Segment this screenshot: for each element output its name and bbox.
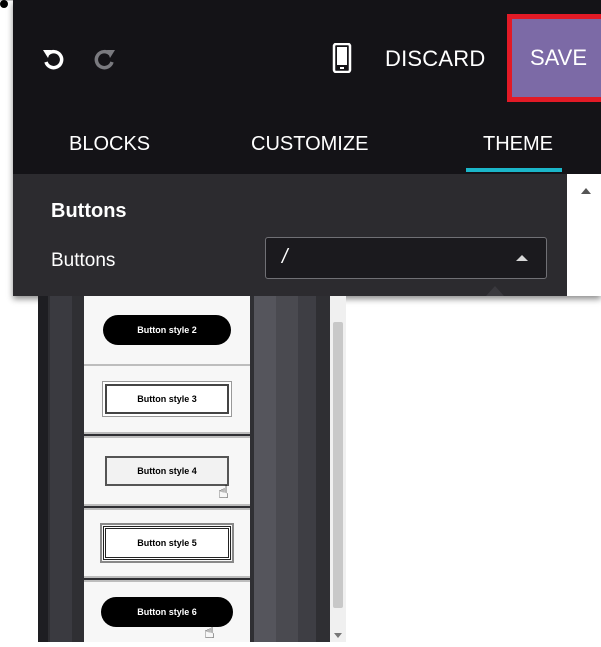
redo-button[interactable] bbox=[85, 40, 123, 80]
buttons-style-select[interactable]: / bbox=[265, 237, 547, 279]
active-tab-indicator bbox=[466, 168, 562, 172]
discard-button[interactable]: DISCARD bbox=[385, 46, 485, 72]
mobile-preview-icon bbox=[332, 43, 352, 73]
editor-toolbar: DISCARD SAVE bbox=[13, 0, 601, 114]
button-style-dropdown: Button style 2 Button style 3 Button sty… bbox=[38, 296, 346, 642]
dropdown-option-style-3[interactable]: Button style 3 bbox=[84, 364, 250, 434]
buttons-section: Buttons Buttons / bbox=[13, 174, 601, 296]
scroll-down-icon[interactable] bbox=[334, 633, 342, 638]
dropdown-option-style-4[interactable]: Button style 4 ☝ bbox=[84, 436, 250, 506]
undo-icon bbox=[43, 49, 64, 70]
tab-customize[interactable]: CUSTOMIZE bbox=[251, 133, 368, 156]
redo-icon bbox=[94, 49, 115, 70]
dropdown-lane bbox=[50, 296, 72, 642]
option-label: Button style 4 bbox=[105, 456, 229, 486]
mobile-preview-button[interactable] bbox=[323, 38, 361, 78]
option-label: Button style 5 bbox=[100, 523, 234, 563]
select-value: / bbox=[282, 246, 288, 268]
editor-tabs: BLOCKS CUSTOMIZE THEME bbox=[13, 114, 601, 174]
dropdown-pointer bbox=[486, 286, 504, 296]
option-label: Button style 3 bbox=[105, 384, 229, 414]
dropdown-option-style-2[interactable]: Button style 2 bbox=[84, 296, 250, 366]
tab-blocks[interactable]: BLOCKS bbox=[69, 133, 150, 156]
dropdown-option-style-5[interactable]: Button style 5 bbox=[84, 508, 250, 578]
panel-scrollbar[interactable] bbox=[567, 174, 601, 296]
scroll-up-icon[interactable] bbox=[581, 188, 591, 194]
hand-cursor-icon: ☝ bbox=[218, 482, 229, 502]
dropdown-lane bbox=[276, 296, 298, 642]
tab-theme[interactable]: THEME bbox=[483, 133, 553, 156]
section-title: Buttons bbox=[51, 200, 127, 222]
scrollbar-thumb[interactable] bbox=[333, 322, 343, 608]
buttons-field-label: Buttons bbox=[51, 250, 116, 271]
caret-up-icon bbox=[516, 255, 528, 261]
dropdown-lane bbox=[254, 296, 276, 642]
dropdown-left-edge bbox=[38, 296, 48, 642]
editor-panel: DISCARD SAVE BLOCKS CUSTOMIZE THEME Butt… bbox=[13, 0, 601, 296]
dropdown-option-style-6[interactable]: Button style 6 ☝ bbox=[84, 580, 250, 642]
divider-dot bbox=[0, 0, 8, 8]
dropdown-scrollbar[interactable] bbox=[330, 296, 346, 642]
undo-button[interactable] bbox=[35, 40, 73, 80]
hand-cursor-icon: ☝ bbox=[204, 622, 215, 642]
save-button[interactable]: SAVE bbox=[507, 14, 601, 102]
option-label: Button style 2 bbox=[103, 315, 231, 345]
dropdown-lane bbox=[298, 296, 316, 642]
